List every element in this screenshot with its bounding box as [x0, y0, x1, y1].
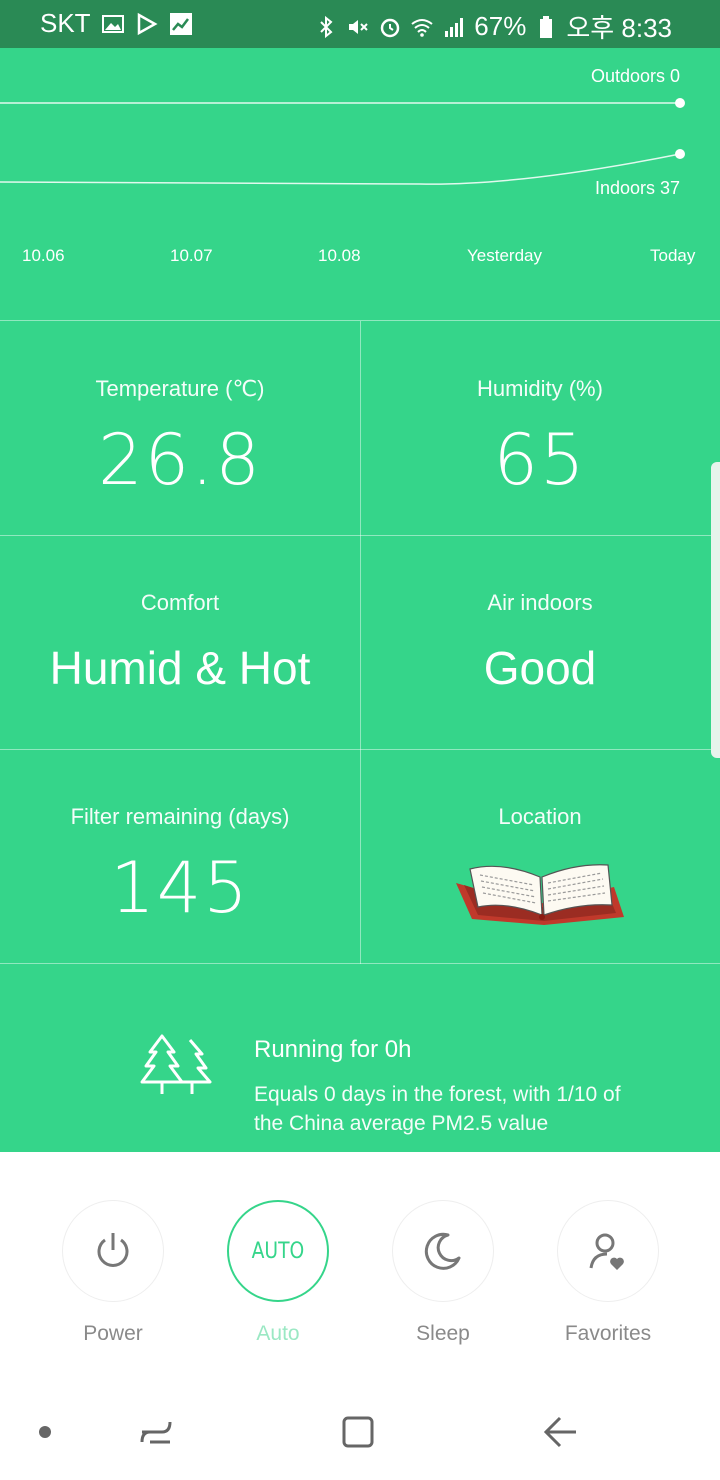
system-nav-bar — [0, 1382, 720, 1480]
mute-icon — [346, 15, 370, 39]
favorites-label: Favorites — [564, 1322, 652, 1345]
edge-panel-handle[interactable] — [711, 462, 720, 758]
battery-percent: 67% — [474, 11, 527, 41]
back-button[interactable] — [538, 1410, 582, 1454]
x-tick-label: 10.06 — [22, 246, 65, 265]
image-icon — [101, 12, 125, 36]
power-icon — [97, 1233, 129, 1267]
air-indoors-value: Good — [483, 642, 597, 694]
temperature-cell[interactable]: Temperature (℃) 26.8 — [0, 321, 360, 535]
clock: 오후 8:33 — [566, 13, 672, 43]
battery-icon — [534, 15, 558, 39]
filter-value: 145 — [110, 847, 250, 929]
power-circle[interactable] — [62, 1200, 164, 1302]
outdoors-end-label: Outdoors 0 — [590, 66, 680, 86]
bluetooth-icon — [314, 15, 338, 39]
play-store-icon — [135, 12, 159, 36]
open-book-icon — [456, 864, 624, 925]
forest-description: Equals 0 days in the forest, with 1/10 o… — [254, 1083, 621, 1135]
dot-icon — [39, 1426, 51, 1438]
sleep-label: Sleep — [416, 1322, 470, 1345]
home-button[interactable] — [336, 1410, 380, 1454]
recent-apps-button[interactable] — [134, 1410, 178, 1454]
sleep-circle[interactable] — [392, 1200, 494, 1302]
auto-button[interactable]: AUTO Auto — [227, 1200, 329, 1346]
sleep-button[interactable]: Sleep — [392, 1200, 494, 1346]
mode-controls: Power AUTO Auto Sleep Favorites — [0, 1152, 720, 1382]
alarm-icon — [378, 15, 402, 39]
auto-label: Auto — [256, 1322, 300, 1345]
comfort-caption: Comfort — [140, 590, 220, 615]
carrier-label: SKT — [40, 8, 91, 38]
x-tick-label: 10.08 — [318, 246, 361, 265]
humidity-caption: Humidity (%) — [477, 376, 603, 401]
x-tick-label: 10.07 — [170, 246, 213, 265]
x-tick-label: Today — [650, 246, 696, 265]
outdoors-end-point — [675, 98, 685, 108]
recents-icon — [140, 1421, 172, 1444]
humidity-cell[interactable]: Humidity (%) 65 — [360, 321, 720, 535]
favorites-button[interactable]: Favorites — [557, 1200, 659, 1346]
comfort-cell[interactable]: Comfort Humid & Hot — [0, 535, 360, 749]
auto-circle[interactable]: AUTO — [227, 1200, 329, 1302]
air-indoors-caption: Air indoors — [487, 590, 593, 615]
moon-icon — [424, 1232, 461, 1270]
stats-grid: Temperature (℃) 26.8 Humidity (%) 65 Com… — [0, 321, 720, 964]
indoors-series-line — [0, 153, 681, 185]
filter-cell[interactable]: Filter remaining (days) 145 — [0, 749, 360, 963]
x-tick-label: Yesterday — [467, 246, 542, 265]
humidity-value: 65 — [493, 419, 587, 501]
location-caption: Location — [498, 804, 582, 829]
signal-icon — [442, 15, 466, 39]
status-bar: SKT 67% 오후 8:33 — [0, 0, 720, 48]
temperature-caption: Temperature (℃) — [95, 376, 265, 401]
indoors-end-label: Indoors 37 — [594, 178, 680, 198]
nav-dot-button[interactable] — [23, 1410, 67, 1454]
temperature-value: 26.8 — [98, 419, 262, 501]
user-heart-icon — [589, 1233, 624, 1270]
favorites-circle[interactable] — [557, 1200, 659, 1302]
home-icon — [342, 1416, 374, 1448]
air-indoors-cell[interactable]: Air indoors Good — [360, 535, 720, 749]
wifi-icon — [410, 15, 434, 39]
trees-icon — [140, 1034, 212, 1094]
filter-caption: Filter remaining (days) — [70, 804, 290, 829]
auto-icon: AUTO — [251, 1238, 305, 1264]
back-arrow-icon — [543, 1416, 576, 1448]
forest-info[interactable]: Running for 0h Equals 0 days in the fore… — [0, 964, 720, 1152]
power-label: Power — [83, 1322, 143, 1345]
location-cell[interactable]: Location — [360, 749, 720, 963]
stocks-icon — [169, 12, 193, 36]
running-time: Running for 0h — [254, 1036, 412, 1063]
indoors-end-point — [675, 149, 685, 159]
main-panel: Outdoors 0 Indoors 37 10.06 10.07 10.08 … — [0, 48, 720, 1152]
power-button[interactable]: Power — [62, 1200, 164, 1346]
comfort-value: Humid & Hot — [49, 642, 311, 694]
air-quality-chart[interactable]: Outdoors 0 Indoors 37 10.06 10.07 10.08 … — [0, 48, 720, 321]
